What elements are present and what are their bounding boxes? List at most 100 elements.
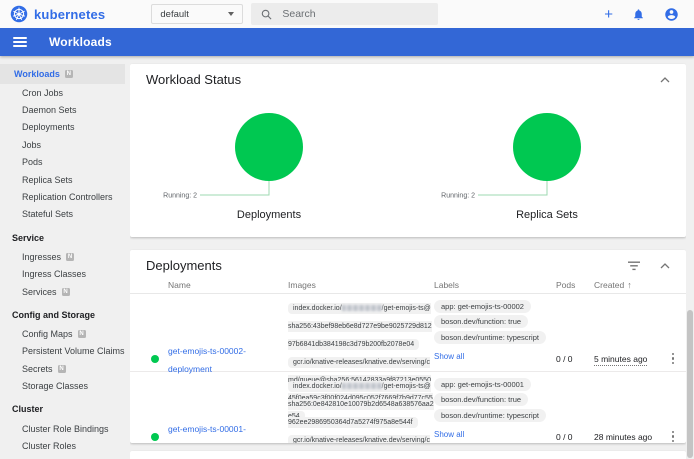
search-box <box>251 3 438 25</box>
collapse-chevron-icon[interactable] <box>660 263 670 269</box>
sidebar-item-ingress-classes[interactable]: Ingress Classes <box>0 266 125 283</box>
user-menu-button[interactable] <box>664 7 679 22</box>
filter-icon[interactable] <box>628 261 640 271</box>
deployments-table: Name Images Labels Pods Created ↑ get-em… <box>130 277 686 443</box>
namespaced-badge: N <box>65 70 73 78</box>
sidebar-item-pods[interactable]: Pods <box>0 154 125 171</box>
sidebar-item-label: Deployments <box>22 122 75 132</box>
deployment-name-link[interactable]: get-emojis-ts-00002-deployment <box>168 346 246 374</box>
sidebar-section-cluster: Cluster <box>0 402 125 417</box>
chevron-down-icon <box>228 12 234 16</box>
created-cell: 5 minutes ago <box>594 354 660 364</box>
sidebar-item-workloads[interactable]: Workloads N <box>0 64 125 84</box>
sidebar-item-label: Pods <box>22 157 43 167</box>
column-header-images: Images <box>288 280 434 290</box>
sidebar-item-replication-controllers[interactable]: Replication Controllers <box>0 188 125 205</box>
sidebar-item-label: Persistent Volume Claims <box>22 346 125 356</box>
namespace-value: default <box>160 9 189 20</box>
search-icon <box>261 9 272 20</box>
column-header-created[interactable]: Created ↑ <box>594 280 660 290</box>
sidebar-item-persistent-volume-claims[interactable]: Persistent Volume Claims N <box>0 343 125 360</box>
pie-slice-running <box>513 113 581 181</box>
sidebar-item-label: Stateful Sets <box>22 209 73 219</box>
sidebar-item-replica-sets[interactable]: Replica Sets <box>0 171 125 188</box>
collapse-chevron-icon[interactable] <box>660 77 670 83</box>
sidebar-item-cluster-roles[interactable]: Cluster Roles <box>0 437 125 454</box>
sort-ascending-icon: ↑ <box>627 280 632 290</box>
search-input[interactable] <box>282 8 412 20</box>
deployments-card: Deployments Name Images <box>130 250 686 443</box>
column-header-pods: Pods <box>556 280 594 290</box>
labels-cell: app: get-emojis-ts-00002 boson.dev/funct… <box>434 294 556 364</box>
workload-status-charts: Running: 2 Deployments Running: 2 Replic… <box>130 91 686 221</box>
table-row: get-emojis-ts-00002-deployment index.doc… <box>130 294 686 372</box>
card-title: Workload Status <box>146 72 241 87</box>
top-bar: kubernetes default + <box>0 0 694 28</box>
show-all-link[interactable]: Show all <box>434 352 464 361</box>
sidebar-item-label: Cluster Role Bindings <box>22 424 109 434</box>
sidebar-item-ingresses[interactable]: Ingresses N <box>0 248 125 265</box>
image-chip: gcr.io/knative-releases/knative.dev/serv… <box>288 435 433 443</box>
namespaced-badge: N <box>78 330 86 338</box>
sidebar-item-jobs[interactable]: Jobs <box>0 136 125 153</box>
sidebar-section-config-storage: Config and Storage <box>0 307 125 322</box>
pods-cell: 0 / 0 <box>556 432 594 442</box>
sidebar-item-label: Ingresses <box>22 252 61 262</box>
sidebar-item-storage-classes[interactable]: Storage Classes <box>0 377 125 394</box>
vertical-scrollbar-thumb[interactable] <box>687 310 693 458</box>
sidebar-item-label: Cron Jobs <box>22 88 63 98</box>
sidebar-nav: Workloads N Cron Jobs Daemon Sets Deploy… <box>0 56 125 459</box>
column-header-name[interactable]: Name <box>168 280 288 290</box>
sidebar-item-services[interactable]: Services N <box>0 283 125 300</box>
sidebar-item-label: Secrets <box>22 364 53 374</box>
kubernetes-home-link[interactable]: kubernetes <box>10 5 105 23</box>
sidebar-section-service: Service <box>0 230 125 245</box>
label-chip: boson.dev/runtime: typescript <box>434 331 546 344</box>
deployments-header: Deployments <box>130 250 686 277</box>
show-all-link[interactable]: Show all <box>434 430 464 439</box>
row-actions-menu-button[interactable] <box>669 350 678 368</box>
deployments-pie-chart[interactable]: Running: 2 Deployments <box>130 91 408 221</box>
brand-label: kubernetes <box>34 7 105 22</box>
sidebar-item-cron-jobs[interactable]: Cron Jobs <box>0 84 125 101</box>
sidebar-item-label: Ingress Classes <box>22 269 86 279</box>
sidebar-item-secrets[interactable]: Secrets N <box>0 360 125 377</box>
notifications-button[interactable] <box>632 8 645 21</box>
row-actions-menu-button[interactable] <box>669 428 678 443</box>
account-circle-icon <box>664 7 679 22</box>
label-chip: app: get-emojis-ts-00002 <box>434 300 531 313</box>
sidebar-item-stateful-sets[interactable]: Stateful Sets <box>0 206 125 223</box>
column-header-labels: Labels <box>434 280 556 290</box>
sidebar-item-label: Storage Classes <box>22 381 88 391</box>
sidebar-item-label: Daemon Sets <box>22 105 77 115</box>
pie-legend: Running: 2 <box>441 193 475 200</box>
topbar-actions: + <box>604 7 679 22</box>
sidebar-item-deployments[interactable]: Deployments <box>0 119 125 136</box>
sidebar-item-cluster-role-bindings[interactable]: Cluster Role Bindings <box>0 420 125 437</box>
label-chip: boson.dev/function: true <box>434 315 528 328</box>
labels-cell: app: get-emojis-ts-00001 boson.dev/funct… <box>434 372 556 442</box>
status-running-icon <box>151 433 159 441</box>
sidebar-item-config-maps[interactable]: Config Maps N <box>0 325 125 342</box>
status-running-icon <box>151 355 159 363</box>
images-cell: index.docker.io//get-emojis-ts@sha256:0e… <box>288 372 434 443</box>
redacted-text <box>342 383 382 389</box>
menu-button[interactable] <box>13 37 27 47</box>
sidebar-item-daemon-sets[interactable]: Daemon Sets <box>0 101 125 118</box>
chart-title: Replica Sets <box>516 209 578 221</box>
deployment-name-link[interactable]: get-emojis-ts-00001-deployment <box>168 424 246 444</box>
kubernetes-logo-icon <box>10 5 28 23</box>
main-content: Workload Status Running: 2 Deployments <box>130 56 686 459</box>
workload-status-card: Workload Status Running: 2 Deployments <box>130 64 686 237</box>
label-chip: boson.dev/runtime: typescript <box>434 409 546 422</box>
table-row: get-emojis-ts-00001-deployment index.doc… <box>130 372 686 443</box>
table-header-row: Name Images Labels Pods Created ↑ <box>130 277 686 294</box>
replica-sets-pie-chart[interactable]: Running: 2 Replica Sets <box>408 91 686 221</box>
namespace-selector[interactable]: default <box>151 4 243 24</box>
sidebar-item-label: Workloads <box>14 69 60 79</box>
sidebar-item-label: Jobs <box>22 140 41 150</box>
create-resource-button[interactable]: + <box>604 7 613 22</box>
image-chip: index.docker.io//get-emojis-ts@sha256:43… <box>288 303 432 350</box>
action-bar: Workloads <box>0 28 694 56</box>
next-card-partial <box>130 451 686 459</box>
